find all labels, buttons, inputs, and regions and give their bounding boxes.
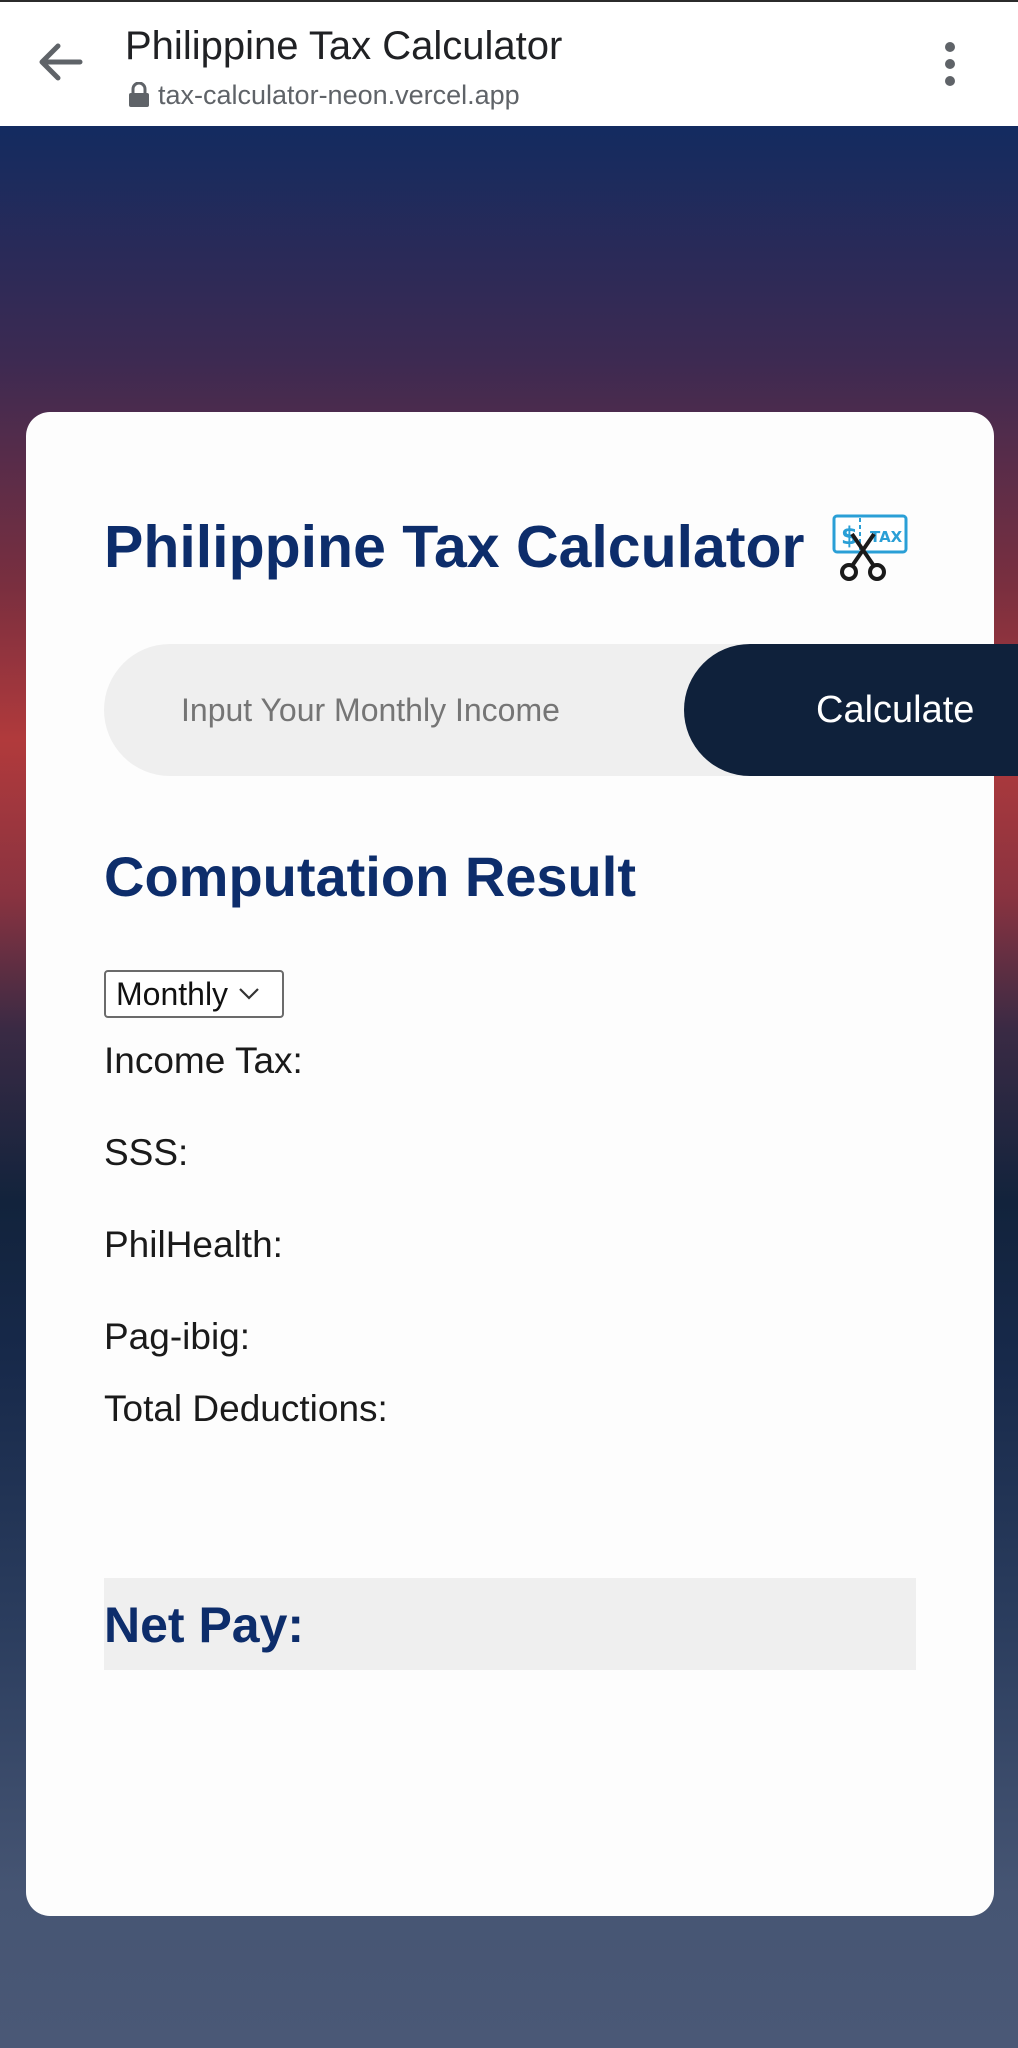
- income-tax-label: Income Tax:: [104, 1040, 303, 1081]
- browser-page-title: Philippine Tax Calculator: [125, 24, 563, 68]
- browser-url[interactable]: tax-calculator-neon.vercel.app: [128, 78, 520, 112]
- income-form: Calculate: [104, 644, 1018, 776]
- calculator-card: Philippine Tax Calculator $ TAX Calculat…: [26, 412, 1018, 1916]
- app-title-text: Philippine Tax Calculator: [104, 514, 805, 580]
- browser-top-bar: Philippine Tax Calculator tax-calculator…: [0, 0, 1018, 126]
- more-options-button[interactable]: [920, 36, 980, 96]
- url-text: tax-calculator-neon.vercel.app: [158, 79, 520, 110]
- tax-scissors-icon: $ TAX: [830, 512, 910, 582]
- app-title: Philippine Tax Calculator $ TAX: [104, 512, 910, 582]
- lock-icon: [128, 82, 150, 108]
- period-select-value: Monthly: [116, 975, 229, 1012]
- sss-label: SSS:: [104, 1132, 189, 1173]
- computation-result-heading: Computation Result: [104, 845, 636, 908]
- back-button[interactable]: [28, 32, 92, 96]
- calculate-button[interactable]: Calculate: [684, 644, 1018, 776]
- more-vertical-icon: [943, 41, 957, 92]
- philhealth-label: PhilHealth:: [104, 1224, 283, 1265]
- net-pay-label: Net Pay:: [104, 1597, 305, 1653]
- arrow-left-icon: [36, 42, 84, 87]
- tax-icon-text: TAX: [870, 528, 903, 546]
- net-pay-box: Net Pay:: [104, 1578, 916, 1670]
- pagibig-label: Pag-ibig:: [104, 1316, 251, 1357]
- period-select[interactable]: Monthly: [104, 970, 284, 1018]
- chevron-down-icon: [238, 987, 260, 1001]
- total-deductions-label: Total Deductions:: [104, 1388, 388, 1429]
